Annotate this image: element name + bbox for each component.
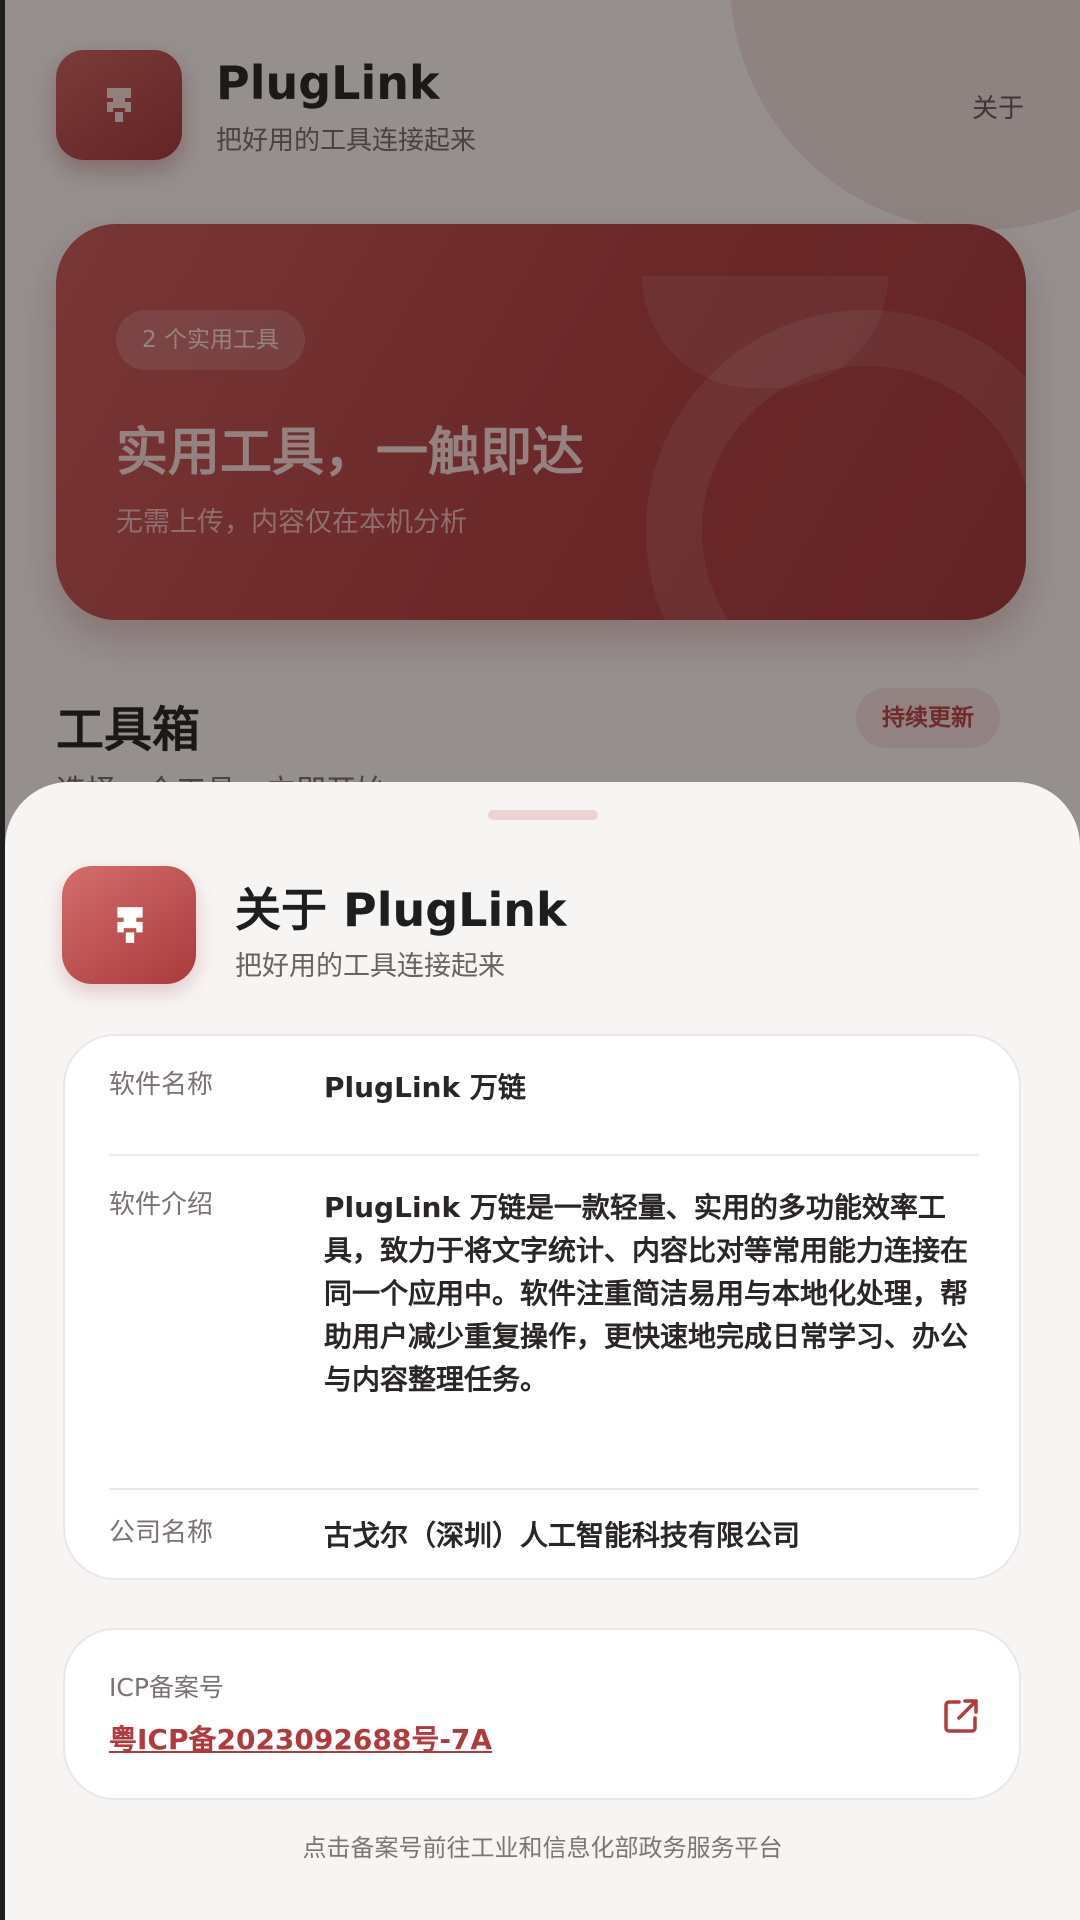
icp-card[interactable]: ICP备案号 粤ICP备2023092688号-7A [63, 1628, 1021, 1800]
divider [109, 1488, 979, 1490]
external-link-icon[interactable] [941, 1696, 981, 1736]
about-bottom-sheet: 关于 PlugLink 把好用的工具连接起来 软件名称 PlugLink 万链 … [5, 782, 1080, 1920]
about-subtitle: 把好用的工具连接起来 [235, 951, 505, 982]
sheet-drag-handle[interactable] [488, 810, 598, 820]
about-title: 关于 PlugLink [235, 883, 567, 937]
plug-icon [117, 907, 143, 943]
software-name-row: 软件名称 PlugLink 万链 [109, 1064, 979, 1160]
software-intro-value: PlugLink 万链是一款轻量、实用的多功能效率工具，致力于将文字统计、内容比… [324, 1191, 969, 1396]
software-intro-row: 软件介绍 PlugLink 万链是一款轻量、实用的多功能效率工具，致力于将文字统… [109, 1184, 979, 1492]
divider [109, 1154, 979, 1156]
icp-label: ICP备案号 [109, 1673, 224, 1702]
software-intro-label: 软件介绍 [109, 1190, 214, 1220]
company-name-row: 公司名称 古戈尔（深圳）人工智能科技有限公司 [109, 1512, 979, 1576]
about-app-logo [62, 866, 196, 984]
software-info-card: 软件名称 PlugLink 万链 软件介绍 PlugLink 万链是一款轻量、实… [63, 1034, 1021, 1580]
company-name-value: 古戈尔（深圳）人工智能科技有限公司 [324, 1519, 801, 1552]
software-name-value: PlugLink 万链 [324, 1071, 526, 1104]
software-name-label: 软件名称 [109, 1070, 214, 1100]
icp-footer-note: 点击备案号前往工业和信息化部政务服务平台 [302, 1834, 783, 1862]
icp-number-link[interactable]: 粤ICP备2023092688号-7A [109, 1718, 492, 1758]
company-name-label: 公司名称 [109, 1518, 214, 1548]
